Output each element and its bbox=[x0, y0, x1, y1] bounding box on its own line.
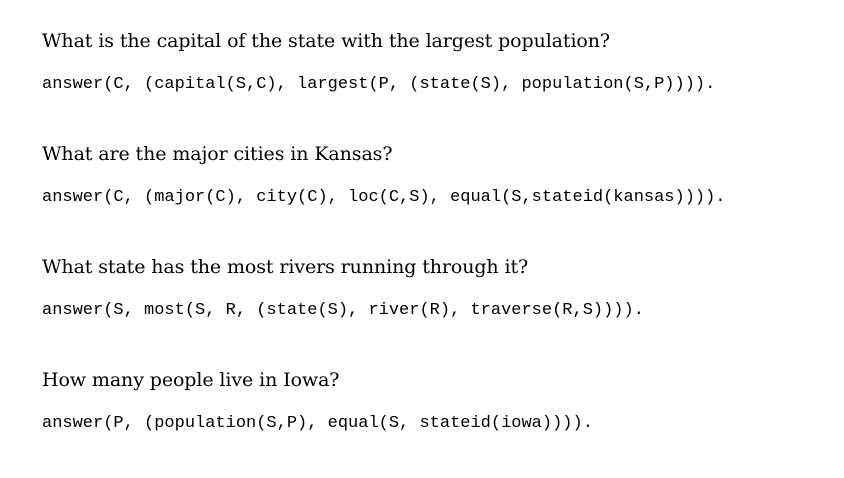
question-text: How many people live in Iowa? bbox=[42, 369, 340, 391]
example-list: What is the capital of the state with th… bbox=[42, 26, 832, 478]
question-text: What is the capital of the state with th… bbox=[42, 30, 610, 52]
example-item: What is the capital of the state with th… bbox=[42, 26, 832, 139]
example-item: What are the major cities in Kansas? ans… bbox=[42, 139, 832, 252]
logical-query: answer(C, (capital(S,C), largest(P, (sta… bbox=[42, 75, 716, 94]
logical-query: answer(C, (major(C), city(C), loc(C,S), … bbox=[42, 188, 726, 207]
logical-query: answer(P, (population(S,P), equal(S, sta… bbox=[42, 414, 593, 433]
logical-query: answer(S, most(S, R, (state(S), river(R)… bbox=[42, 301, 644, 320]
example-item: How many people live in Iowa? answer(P, … bbox=[42, 365, 832, 478]
question-text: What state has the most rivers running t… bbox=[42, 256, 529, 278]
question-text: What are the major cities in Kansas? bbox=[42, 143, 393, 165]
example-item: What state has the most rivers running t… bbox=[42, 252, 832, 365]
